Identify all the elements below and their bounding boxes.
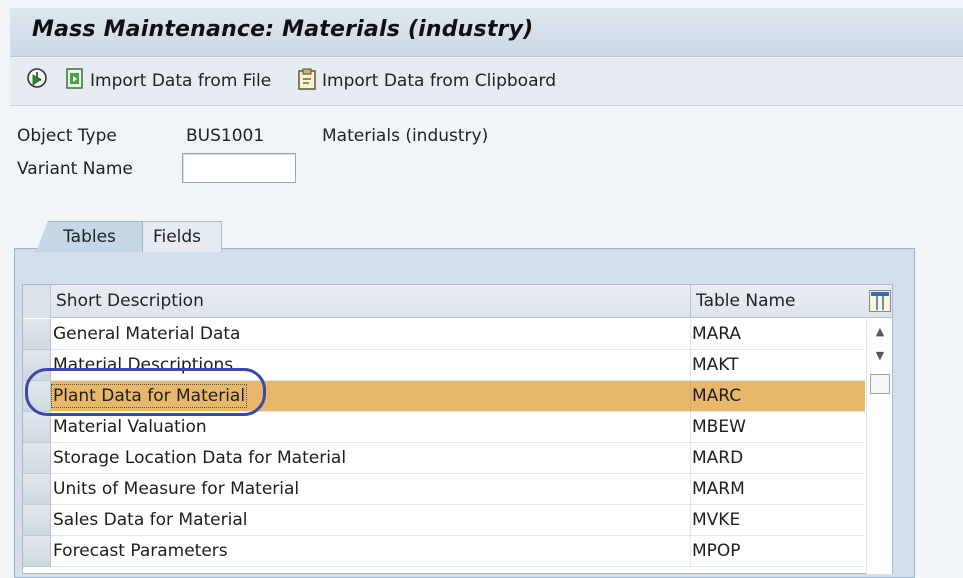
import-file-icon	[64, 67, 88, 96]
scroll-up-button[interactable]: ▲	[871, 325, 889, 343]
row-short-description: General Material Data	[53, 324, 241, 344]
row-table-name: MARA	[692, 324, 742, 344]
column-header-short-description[interactable]: Short Description	[56, 291, 204, 311]
row-table-name: MARM	[692, 479, 745, 499]
table-row-selected[interactable]: Plant Data for Material MARC	[23, 381, 865, 412]
column-header-table-name[interactable]: Table Name	[696, 291, 796, 311]
row-short-description: Storage Location Data for Material	[53, 448, 347, 468]
variant-name-label: Variant Name	[17, 159, 133, 179]
row-short-description: Units of Measure for Material	[53, 479, 300, 499]
triangle-up-icon: ▲	[875, 325, 885, 338]
vertical-scrollbar[interactable]: ▲ ▼	[866, 319, 892, 574]
row-short-description: Plant Data for Material	[50, 384, 248, 408]
cell-divider	[690, 505, 691, 536]
cell-divider	[690, 381, 691, 412]
execute-button[interactable]	[26, 67, 50, 96]
row-selector[interactable]	[23, 412, 51, 443]
column-divider[interactable]	[690, 285, 691, 318]
row-selector[interactable]	[23, 505, 51, 536]
tab-tables-label: Tables	[63, 227, 116, 247]
cell-divider	[690, 536, 691, 567]
cell-divider	[690, 350, 691, 381]
cell-divider	[690, 474, 691, 505]
tab-tables[interactable]: Tables	[36, 221, 143, 252]
object-type-label: Object Type	[17, 126, 117, 146]
tab-fields-label: Fields	[152, 227, 202, 247]
row-selector[interactable]	[23, 474, 51, 505]
clock-execute-icon	[26, 67, 50, 96]
row-table-name: MARD	[692, 448, 744, 468]
table-row[interactable]: General Material Data MARA	[23, 319, 865, 350]
row-short-description: Material Descriptions	[53, 355, 234, 375]
page-title: Mass Maintenance: Materials (industry)	[32, 17, 534, 42]
row-selector[interactable]	[23, 381, 51, 412]
table-row[interactable]: Units of Measure for Material MARM	[23, 474, 865, 505]
table-row[interactable]: Material Valuation MBEW	[23, 412, 865, 443]
column-config-button[interactable]	[869, 290, 891, 312]
grid-header: Short Description Table Name	[23, 285, 892, 318]
scroll-thumb[interactable]	[870, 374, 890, 394]
cell-divider	[690, 443, 691, 474]
row-short-description: Material Valuation	[53, 417, 207, 437]
cell-divider	[690, 319, 691, 350]
tab-fields[interactable]: Fields	[132, 221, 222, 252]
row-short-description: Forecast Parameters	[53, 541, 228, 561]
table-row[interactable]: Sales Data for Material MVKE	[23, 505, 865, 536]
row-selector[interactable]	[23, 350, 51, 381]
row-table-name: MVKE	[692, 510, 741, 530]
table-row[interactable]: Material Descriptions MAKT	[23, 350, 865, 381]
row-selector[interactable]	[23, 536, 51, 567]
application-toolbar: Import Data from File Import Data from C…	[10, 58, 963, 106]
clipboard-icon	[296, 67, 320, 96]
scroll-down-button[interactable]: ▼	[871, 349, 889, 367]
variant-name-input[interactable]	[182, 153, 296, 183]
import-file-label: Import Data from File	[90, 71, 272, 91]
row-short-description: Sales Data for Material	[53, 510, 248, 530]
object-type-description: Materials (industry)	[322, 126, 489, 146]
import-from-clipboard-button[interactable]: Import Data from Clipboard	[296, 68, 556, 94]
import-from-file-button[interactable]: Import Data from File	[64, 67, 272, 96]
row-table-name: MARC	[692, 386, 742, 406]
cell-divider	[690, 412, 691, 443]
row-selector[interactable]	[23, 319, 51, 350]
select-all-cell[interactable]	[23, 285, 51, 318]
title-bar: Mass Maintenance: Materials (industry)	[10, 8, 963, 57]
import-clipboard-label: Import Data from Clipboard	[322, 71, 556, 91]
triangle-down-icon: ▼	[875, 349, 885, 362]
column-layout-icon	[870, 292, 890, 316]
row-selector[interactable]	[23, 443, 51, 474]
table-row[interactable]: Storage Location Data for Material MARD	[23, 443, 865, 474]
tables-grid: Short Description Table Name General Mat…	[22, 284, 893, 574]
table-row[interactable]: Forecast Parameters MPOP	[23, 536, 865, 567]
row-table-name: MBEW	[692, 417, 746, 437]
row-table-name: MPOP	[692, 541, 741, 561]
row-table-name: MAKT	[692, 355, 739, 375]
object-type-value: BUS1001	[186, 126, 265, 146]
